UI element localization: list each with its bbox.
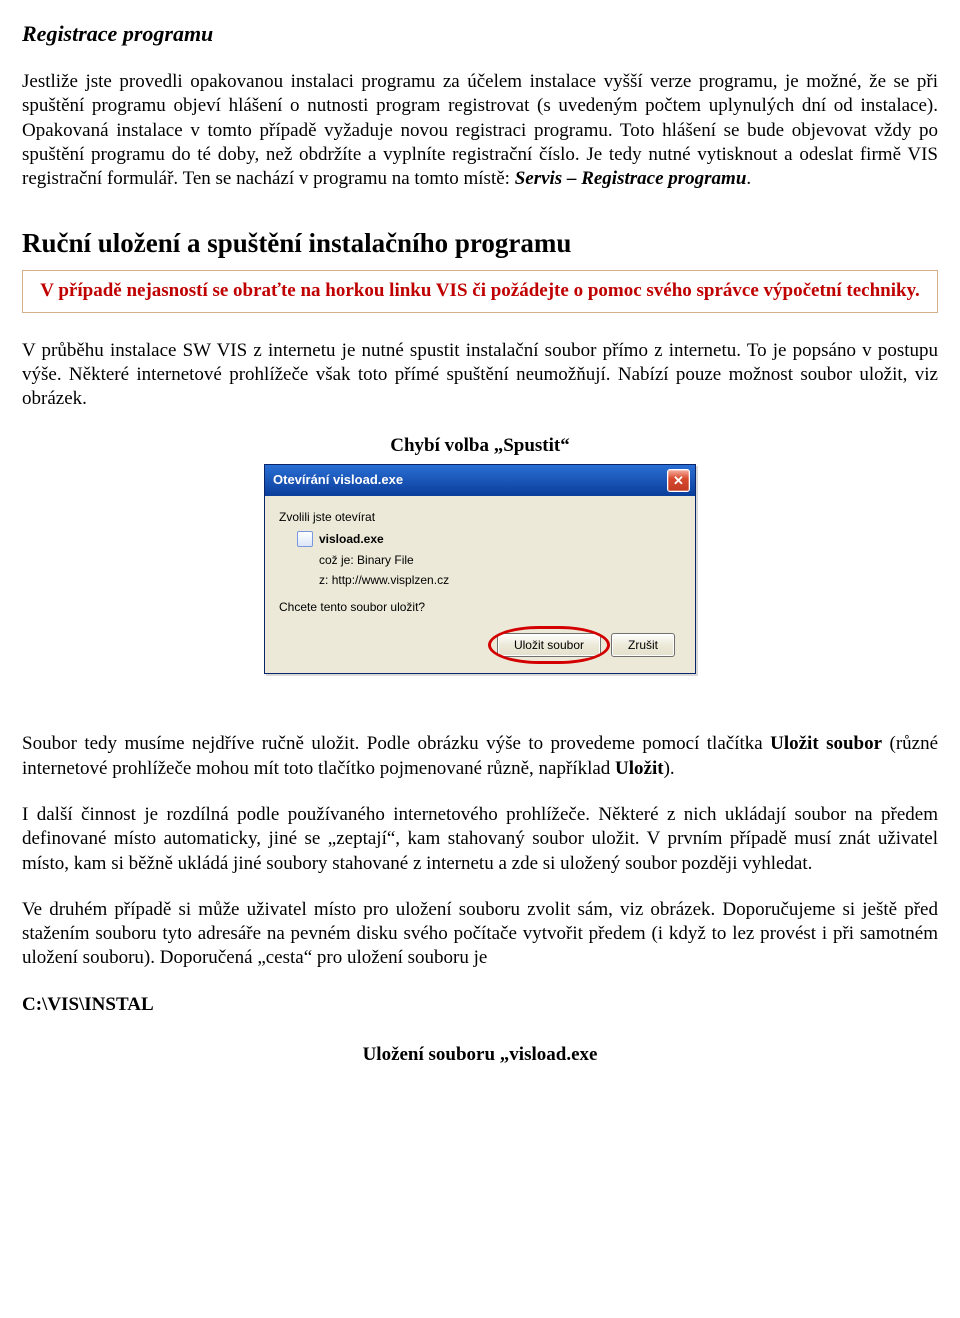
close-icon: ✕	[673, 474, 684, 487]
label: z:	[319, 573, 328, 587]
download-dialog: Otevírání visload.exe ✕ Zvolili jste ote…	[264, 464, 696, 674]
cancel-button[interactable]: Zrušit	[611, 633, 675, 657]
dialog-filename: visload.exe	[319, 532, 384, 547]
caption-chybi-spustit: Chybí volba „Spustit“	[22, 434, 938, 458]
text-bold: Uložit	[615, 758, 664, 779]
dialog-body: Zvolili jste otevírat visload.exe což je…	[265, 496, 695, 673]
text-bold: Uložit soubor	[770, 733, 882, 754]
text: .	[746, 168, 751, 189]
para-after-dialog-1: Soubor tedy musíme nejdříve ručně uložit…	[22, 732, 938, 781]
para-after-dialog-3: Ve druhém případě si může uživatel místo…	[22, 898, 938, 971]
para-registrace: Jestliže jste provedli opakovanou instal…	[22, 70, 938, 192]
close-button[interactable]: ✕	[667, 469, 690, 492]
dialog-type-line: což je: Binary File	[319, 553, 681, 568]
file-icon	[297, 531, 313, 547]
install-path: C:\VIS\INSTAL	[22, 993, 938, 1017]
caption-ulozeni: Uložení souboru „visload.exe	[22, 1043, 938, 1067]
text: Soubor tedy musíme nejdříve ručně uložit…	[22, 733, 770, 754]
dialog-line-intro: Zvolili jste otevírat	[279, 510, 681, 525]
dialog-screenshot: Otevírání visload.exe ✕ Zvolili jste ote…	[22, 464, 938, 674]
label: což je:	[319, 553, 354, 567]
dialog-title: Otevírání visload.exe	[273, 472, 403, 489]
notice-box: V případě nejasností se obraťte na horko…	[22, 270, 938, 312]
save-file-button[interactable]: Uložit soubor	[497, 633, 601, 657]
dialog-question: Chcete tento soubor uložit?	[279, 600, 681, 615]
text-emphasis: Servis – Registrace programu	[515, 168, 747, 189]
dialog-titlebar: Otevírání visload.exe ✕	[265, 465, 695, 496]
highlight-ring: Uložit soubor	[497, 633, 601, 657]
para-after-dialog-2: I další činnost je rozdílná podle použív…	[22, 803, 938, 876]
dialog-from-line: z: http://www.visplzen.cz	[319, 573, 681, 588]
dialog-file-line: visload.exe	[297, 531, 681, 547]
section-title-rucni: Ruční uložení a spuštění instalačního pr…	[22, 226, 938, 261]
value: Binary File	[357, 553, 414, 567]
text: ).	[664, 758, 675, 779]
text: Jestliže jste provedli opakovanou instal…	[22, 71, 938, 189]
value: http://www.visplzen.cz	[332, 573, 449, 587]
dialog-button-row: Uložit soubor Zrušit	[279, 633, 681, 657]
para-rucni-1: V průběhu instalace SW VIS z internetu j…	[22, 339, 938, 412]
section-title-registrace: Registrace programu	[22, 20, 938, 48]
